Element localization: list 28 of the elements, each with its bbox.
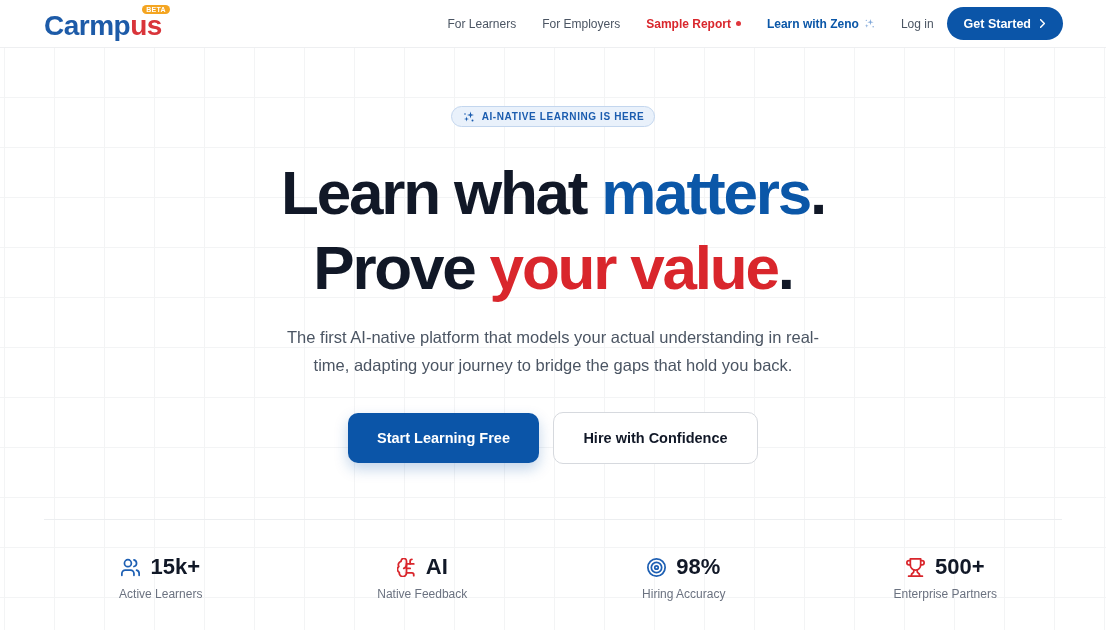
- badge-text: AI-NATIVE LEARNING IS HERE: [481, 111, 645, 122]
- stat-value: 98%: [676, 554, 721, 580]
- sparkles-icon: [863, 18, 875, 29]
- stat-value: AI: [425, 554, 448, 580]
- nav-link[interactable]: For Learners: [447, 16, 517, 31]
- trophy-icon: [905, 557, 925, 577]
- stat-value: 15k+: [150, 554, 201, 580]
- brain-circuit-icon: [396, 557, 416, 577]
- stat-label: Active Learners: [119, 586, 203, 602]
- start-learning-button[interactable]: Start Learning Free: [348, 413, 539, 463]
- stat-label: Enterprise Partners: [893, 586, 997, 602]
- get-started-button[interactable]: Get Started: [946, 7, 1063, 40]
- nav-link[interactable]: For Employers: [542, 16, 621, 31]
- sparkles-icon: [462, 110, 475, 123]
- stat-value: 500+: [934, 554, 985, 580]
- nav-link[interactable]: Log in: [900, 16, 934, 31]
- chevron-right-icon: [1040, 19, 1045, 28]
- headline: Learn what matters.: [281, 157, 825, 229]
- hire-button[interactable]: Hire with Confidence: [553, 412, 758, 464]
- notification-dot-icon: [735, 21, 741, 26]
- stat-label: Hiring Accuracy: [642, 586, 726, 602]
- headline: Prove your value.: [313, 232, 793, 304]
- target-icon: [647, 557, 667, 577]
- stat-label: Native Feedback: [377, 586, 468, 602]
- users-icon: [121, 557, 141, 577]
- subtitle: The first AI-native platform that models your actual understanding in real-time, adapting your journey to bridge the gaps that hold you back.: [286, 327, 820, 376]
- nav-link[interactable]: Learn with Zeno: [766, 16, 875, 31]
- nav-link[interactable]: Sample Report: [646, 16, 741, 31]
